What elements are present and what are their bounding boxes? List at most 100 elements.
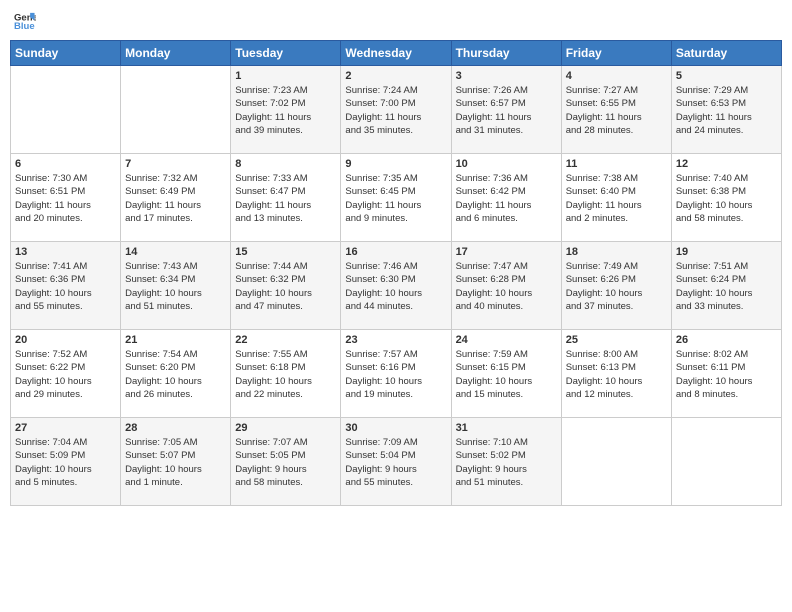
day-number: 16 xyxy=(345,246,446,258)
calendar-table: SundayMondayTuesdayWednesdayThursdayFrid… xyxy=(10,40,782,506)
day-number: 3 xyxy=(456,70,557,82)
day-number: 9 xyxy=(345,158,446,170)
calendar-cell: 4 Sunrise: 7:27 AM Sunset: 6:55 PM Daylig… xyxy=(561,66,671,154)
column-header-friday: Friday xyxy=(561,41,671,66)
day-number: 19 xyxy=(676,246,777,258)
day-number: 15 xyxy=(235,246,336,258)
day-number: 29 xyxy=(235,422,336,434)
day-number: 22 xyxy=(235,334,336,346)
logo: General Blue xyxy=(14,10,38,32)
calendar-cell: 8 Sunrise: 7:33 AM Sunset: 6:47 PM Daylig… xyxy=(231,154,341,242)
column-header-monday: Monday xyxy=(121,41,231,66)
day-number: 30 xyxy=(345,422,446,434)
day-number: 25 xyxy=(566,334,667,346)
day-info: Sunrise: 7:57 AM Sunset: 6:16 PM Dayligh… xyxy=(345,348,446,401)
day-number: 7 xyxy=(125,158,226,170)
day-info: Sunrise: 7:36 AM Sunset: 6:42 PM Dayligh… xyxy=(456,172,557,225)
calendar-cell: 16 Sunrise: 7:46 AM Sunset: 6:30 PM Dayli… xyxy=(341,242,451,330)
day-info: Sunrise: 7:27 AM Sunset: 6:55 PM Dayligh… xyxy=(566,84,667,137)
calendar-week-row: 27 Sunrise: 7:04 AM Sunset: 5:09 PM Dayli… xyxy=(11,418,782,506)
day-info: Sunrise: 7:30 AM Sunset: 6:51 PM Dayligh… xyxy=(15,172,116,225)
day-number: 27 xyxy=(15,422,116,434)
calendar-cell: 5Sunrise: 7:29 AM Sunset: 6:53 PM Daylig… xyxy=(671,66,781,154)
calendar-cell: 19 Sunrise: 7:51 AM Sunset: 6:24 PM Dayli… xyxy=(671,242,781,330)
calendar-cell: 31 Sunrise: 7:10 AM Sunset: 5:02 PM Dayli… xyxy=(451,418,561,506)
calendar-week-row: 13 Sunrise: 7:41 AM Sunset: 6:36 PM Dayli… xyxy=(11,242,782,330)
day-info: Sunrise: 7:55 AM Sunset: 6:18 PM Dayligh… xyxy=(235,348,336,401)
day-info: Sunrise: 7:40 AM Sunset: 6:38 PM Dayligh… xyxy=(676,172,777,225)
column-header-saturday: Saturday xyxy=(671,41,781,66)
calendar-cell: 3 Sunrise: 7:26 AM Sunset: 6:57 PM Daylig… xyxy=(451,66,561,154)
calendar-cell: 15 Sunrise: 7:44 AM Sunset: 6:32 PM Dayli… xyxy=(231,242,341,330)
calendar-cell: 25 Sunrise: 8:00 AM Sunset: 6:13 PM Dayli… xyxy=(561,330,671,418)
day-info: Sunrise: 7:24 AM Sunset: 7:00 PM Dayligh… xyxy=(345,84,446,137)
calendar-cell: 23 Sunrise: 7:57 AM Sunset: 6:16 PM Dayli… xyxy=(341,330,451,418)
day-info: Sunrise: 7:59 AM Sunset: 6:15 PM Dayligh… xyxy=(456,348,557,401)
day-info: Sunrise: 7:10 AM Sunset: 5:02 PM Dayligh… xyxy=(456,436,557,489)
calendar-cell: 10 Sunrise: 7:36 AM Sunset: 6:42 PM Dayli… xyxy=(451,154,561,242)
column-header-sunday: Sunday xyxy=(11,41,121,66)
calendar-cell: 28Sunrise: 7:05 AM Sunset: 5:07 PM Dayli… xyxy=(121,418,231,506)
day-number: 6 xyxy=(15,158,116,170)
calendar-cell: 18 Sunrise: 7:49 AM Sunset: 6:26 PM Dayli… xyxy=(561,242,671,330)
calendar-cell: 20 Sunrise: 7:52 AM Sunset: 6:22 PM Dayli… xyxy=(11,330,121,418)
day-info: Sunrise: 7:09 AM Sunset: 5:04 PM Dayligh… xyxy=(345,436,446,489)
calendar-cell: 1 Sunrise: 7:23 AM Sunset: 7:02 PM Daylig… xyxy=(231,66,341,154)
day-info: Sunrise: 7:04 AM Sunset: 5:09 PM Dayligh… xyxy=(15,436,116,489)
day-number: 18 xyxy=(566,246,667,258)
calendar-cell: 17 Sunrise: 7:47 AM Sunset: 6:28 PM Dayli… xyxy=(451,242,561,330)
day-info: Sunrise: 7:52 AM Sunset: 6:22 PM Dayligh… xyxy=(15,348,116,401)
svg-text:Blue: Blue xyxy=(14,21,35,32)
calendar-cell: 11Sunrise: 7:38 AM Sunset: 6:40 PM Dayli… xyxy=(561,154,671,242)
day-number: 2 xyxy=(345,70,446,82)
day-info: Sunrise: 7:38 AM Sunset: 6:40 PM Dayligh… xyxy=(566,172,667,225)
calendar-week-row: 20 Sunrise: 7:52 AM Sunset: 6:22 PM Dayli… xyxy=(11,330,782,418)
calendar-cell xyxy=(121,66,231,154)
day-info: Sunrise: 7:54 AM Sunset: 6:20 PM Dayligh… xyxy=(125,348,226,401)
day-number: 20 xyxy=(15,334,116,346)
calendar-cell: 24Sunrise: 7:59 AM Sunset: 6:15 PM Dayli… xyxy=(451,330,561,418)
day-number: 1 xyxy=(235,70,336,82)
day-info: Sunrise: 7:41 AM Sunset: 6:36 PM Dayligh… xyxy=(15,260,116,313)
day-info: Sunrise: 7:49 AM Sunset: 6:26 PM Dayligh… xyxy=(566,260,667,313)
day-number: 17 xyxy=(456,246,557,258)
day-number: 31 xyxy=(456,422,557,434)
day-number: 4 xyxy=(566,70,667,82)
calendar-cell: 6 Sunrise: 7:30 AM Sunset: 6:51 PM Daylig… xyxy=(11,154,121,242)
column-header-wednesday: Wednesday xyxy=(341,41,451,66)
day-info: Sunrise: 7:05 AM Sunset: 5:07 PM Dayligh… xyxy=(125,436,226,489)
column-header-tuesday: Tuesday xyxy=(231,41,341,66)
calendar-cell: 29 Sunrise: 7:07 AM Sunset: 5:05 PM Dayli… xyxy=(231,418,341,506)
calendar-cell: 12 Sunrise: 7:40 AM Sunset: 6:38 PM Dayli… xyxy=(671,154,781,242)
logo-icon: General Blue xyxy=(14,10,36,32)
calendar-cell: 9 Sunrise: 7:35 AM Sunset: 6:45 PM Daylig… xyxy=(341,154,451,242)
calendar-cell xyxy=(561,418,671,506)
day-info: Sunrise: 7:46 AM Sunset: 6:30 PM Dayligh… xyxy=(345,260,446,313)
day-info: Sunrise: 7:26 AM Sunset: 6:57 PM Dayligh… xyxy=(456,84,557,137)
day-number: 13 xyxy=(15,246,116,258)
day-info: Sunrise: 7:51 AM Sunset: 6:24 PM Dayligh… xyxy=(676,260,777,313)
calendar-cell: 26Sunrise: 8:02 AM Sunset: 6:11 PM Dayli… xyxy=(671,330,781,418)
calendar-cell: 27 Sunrise: 7:04 AM Sunset: 5:09 PM Dayli… xyxy=(11,418,121,506)
day-number: 10 xyxy=(456,158,557,170)
calendar-cell: 7Sunrise: 7:32 AM Sunset: 6:49 PM Daylig… xyxy=(121,154,231,242)
day-info: Sunrise: 7:33 AM Sunset: 6:47 PM Dayligh… xyxy=(235,172,336,225)
day-info: Sunrise: 7:44 AM Sunset: 6:32 PM Dayligh… xyxy=(235,260,336,313)
day-number: 23 xyxy=(345,334,446,346)
day-info: Sunrise: 7:43 AM Sunset: 6:34 PM Dayligh… xyxy=(125,260,226,313)
day-number: 12 xyxy=(676,158,777,170)
day-number: 14 xyxy=(125,246,226,258)
calendar-week-row: 6 Sunrise: 7:30 AM Sunset: 6:51 PM Daylig… xyxy=(11,154,782,242)
calendar-cell: 14 Sunrise: 7:43 AM Sunset: 6:34 PM Dayli… xyxy=(121,242,231,330)
calendar-header-row: SundayMondayTuesdayWednesdayThursdayFrid… xyxy=(11,41,782,66)
day-number: 26 xyxy=(676,334,777,346)
day-info: Sunrise: 7:35 AM Sunset: 6:45 PM Dayligh… xyxy=(345,172,446,225)
day-number: 8 xyxy=(235,158,336,170)
day-info: Sunrise: 7:07 AM Sunset: 5:05 PM Dayligh… xyxy=(235,436,336,489)
day-info: Sunrise: 8:00 AM Sunset: 6:13 PM Dayligh… xyxy=(566,348,667,401)
calendar-cell xyxy=(671,418,781,506)
day-number: 21 xyxy=(125,334,226,346)
calendar-cell: 30 Sunrise: 7:09 AM Sunset: 5:04 PM Dayli… xyxy=(341,418,451,506)
day-info: Sunrise: 7:23 AM Sunset: 7:02 PM Dayligh… xyxy=(235,84,336,137)
day-info: Sunrise: 7:47 AM Sunset: 6:28 PM Dayligh… xyxy=(456,260,557,313)
